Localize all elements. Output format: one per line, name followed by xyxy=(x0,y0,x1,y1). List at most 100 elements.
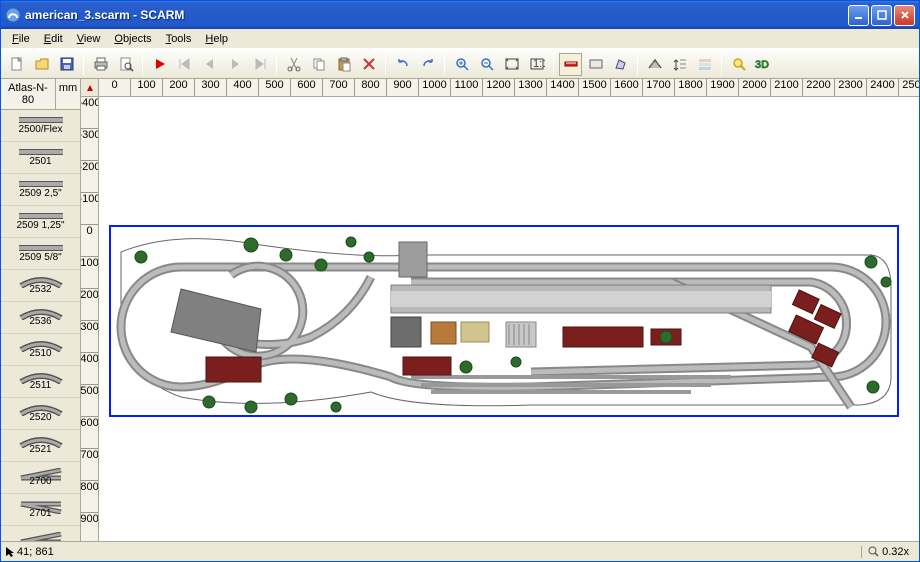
zoom-actual-button[interactable]: 1:1 xyxy=(525,53,548,76)
simulate-run-button[interactable] xyxy=(148,53,171,76)
ruler-tick: 400 xyxy=(227,79,259,96)
paste-button[interactable] xyxy=(332,53,355,76)
drawing-canvas[interactable] xyxy=(99,97,919,541)
zoom-value: 0.32x xyxy=(882,546,909,558)
cursor-icon xyxy=(5,546,15,558)
track-item[interactable]: 2509 1,25" xyxy=(1,206,80,238)
ruler-tick: 1500 xyxy=(579,79,611,96)
heights-icon xyxy=(672,56,688,72)
measure-icon xyxy=(563,56,579,72)
track-shape-icon xyxy=(19,276,63,282)
track-item[interactable]: 2532 xyxy=(1,270,80,302)
layers-button[interactable] xyxy=(693,53,716,76)
track-id-label: 2700 xyxy=(29,476,51,487)
ruler-tick: 300 xyxy=(81,321,98,353)
track-list[interactable]: 2500/Flex 2501 2509 2,5" 2509 1,25"2509 5/8… xyxy=(1,110,80,541)
3d-view-button[interactable]: 3D xyxy=(752,53,775,76)
track-item[interactable]: 2500/Flex xyxy=(1,110,80,142)
magnifier-icon xyxy=(868,546,879,557)
find-button[interactable] xyxy=(727,53,750,76)
zoom-out-button[interactable] xyxy=(475,53,498,76)
track-item[interactable]: 2701 xyxy=(1,494,80,526)
ruler-tick: 700 xyxy=(81,449,98,481)
menu-objects[interactable]: Objects xyxy=(107,31,158,47)
paste-icon xyxy=(336,56,352,72)
save-button[interactable] xyxy=(55,53,78,76)
track-item[interactable]: 2536 xyxy=(1,302,80,334)
zoom-out-icon xyxy=(479,56,495,72)
track-item[interactable]: 2511 xyxy=(1,366,80,398)
menu-help[interactable]: Help xyxy=(198,31,235,47)
heights-button[interactable] xyxy=(668,53,691,76)
track-item[interactable]: 2510 xyxy=(1,334,80,366)
actual-size-icon: 1:1 xyxy=(529,56,545,72)
ruler-tick: 100 xyxy=(81,257,98,289)
ruler-tick: 2400 xyxy=(867,79,899,96)
track-palette: Atlas-N-80 mm 2500/Flex 2501 2509 2,5" 2509… xyxy=(1,79,81,541)
ruler-tick: 500 xyxy=(81,385,98,417)
redo-button[interactable] xyxy=(416,53,439,76)
menu-file[interactable]: File xyxy=(5,31,37,47)
library-selector[interactable]: Atlas-N-80 xyxy=(1,79,56,109)
title-bar[interactable]: american_3.scarm - SCARM xyxy=(1,1,919,29)
ruler-tick: 1900 xyxy=(707,79,739,96)
track-id-label: 2509 2,5" xyxy=(19,188,61,199)
delete-button[interactable] xyxy=(357,53,380,76)
close-button[interactable] xyxy=(894,5,915,26)
new-button[interactable] xyxy=(5,53,28,76)
track-shape-icon xyxy=(19,532,63,538)
track-item[interactable]: 2501 xyxy=(1,142,80,174)
status-zoom[interactable]: 0.32x xyxy=(861,546,915,558)
track-shape-icon xyxy=(19,436,63,442)
ruler-tick: 2500 xyxy=(899,79,919,96)
print-preview-button[interactable] xyxy=(114,53,137,76)
rect-tool-button[interactable] xyxy=(584,53,607,76)
ruler-origin[interactable] xyxy=(81,79,99,97)
track-id-label: 2501 xyxy=(29,156,51,167)
new-icon xyxy=(9,56,25,72)
first-icon xyxy=(177,56,193,72)
track-item[interactable]: 2509 5/8" xyxy=(1,238,80,270)
ruler-horizontal[interactable]: 0100200300400500600700800900100011001200… xyxy=(99,79,919,97)
menu-view[interactable]: View xyxy=(70,31,108,47)
cut-icon xyxy=(286,56,302,72)
figure-tool-button[interactable] xyxy=(609,53,632,76)
next-button[interactable] xyxy=(223,53,246,76)
layout-baseboard[interactable] xyxy=(109,225,899,417)
menu-edit[interactable]: Edit xyxy=(37,31,70,47)
open-button[interactable] xyxy=(30,53,53,76)
cut-button[interactable] xyxy=(282,53,305,76)
track-shape-icon xyxy=(19,372,63,378)
run-icon xyxy=(152,56,168,72)
ruler-tick: 800 xyxy=(355,79,387,96)
status-bar: 41; 861 0.32x xyxy=(1,541,919,561)
layers-icon xyxy=(697,56,713,72)
track-shape-icon xyxy=(19,212,63,218)
minimize-button[interactable] xyxy=(848,5,869,26)
measure-button[interactable] xyxy=(559,53,582,76)
zoom-fit-button[interactable] xyxy=(500,53,523,76)
zoom-in-button[interactable] xyxy=(450,53,473,76)
prev-button[interactable] xyxy=(198,53,221,76)
copy-button[interactable] xyxy=(307,53,330,76)
track-item[interactable]: 2521 xyxy=(1,430,80,462)
unit-selector[interactable]: mm xyxy=(56,79,80,109)
undo-button[interactable] xyxy=(391,53,414,76)
ruler-vertical[interactable]: -400-300-200-100010020030040050060070080… xyxy=(81,97,99,541)
maximize-button[interactable] xyxy=(871,5,892,26)
print-button[interactable] xyxy=(89,53,112,76)
track-id-label: 2520 xyxy=(29,412,51,423)
track-item[interactable]: 2520 xyxy=(1,398,80,430)
track-item[interactable]: 2700 xyxy=(1,462,80,494)
menu-tools[interactable]: Tools xyxy=(159,31,199,47)
app-icon xyxy=(5,7,21,23)
preview-icon xyxy=(118,56,134,72)
track-shape-icon xyxy=(19,404,63,410)
track-item[interactable]: 2509 2,5" xyxy=(1,174,80,206)
canvas-area: 0100200300400500600700800900100011001200… xyxy=(81,79,919,541)
last-button[interactable] xyxy=(248,53,271,76)
ruler-tick: 900 xyxy=(81,513,98,541)
track-view-button[interactable] xyxy=(643,53,666,76)
first-button[interactable] xyxy=(173,53,196,76)
track-item[interactable]: 2702 xyxy=(1,526,80,541)
